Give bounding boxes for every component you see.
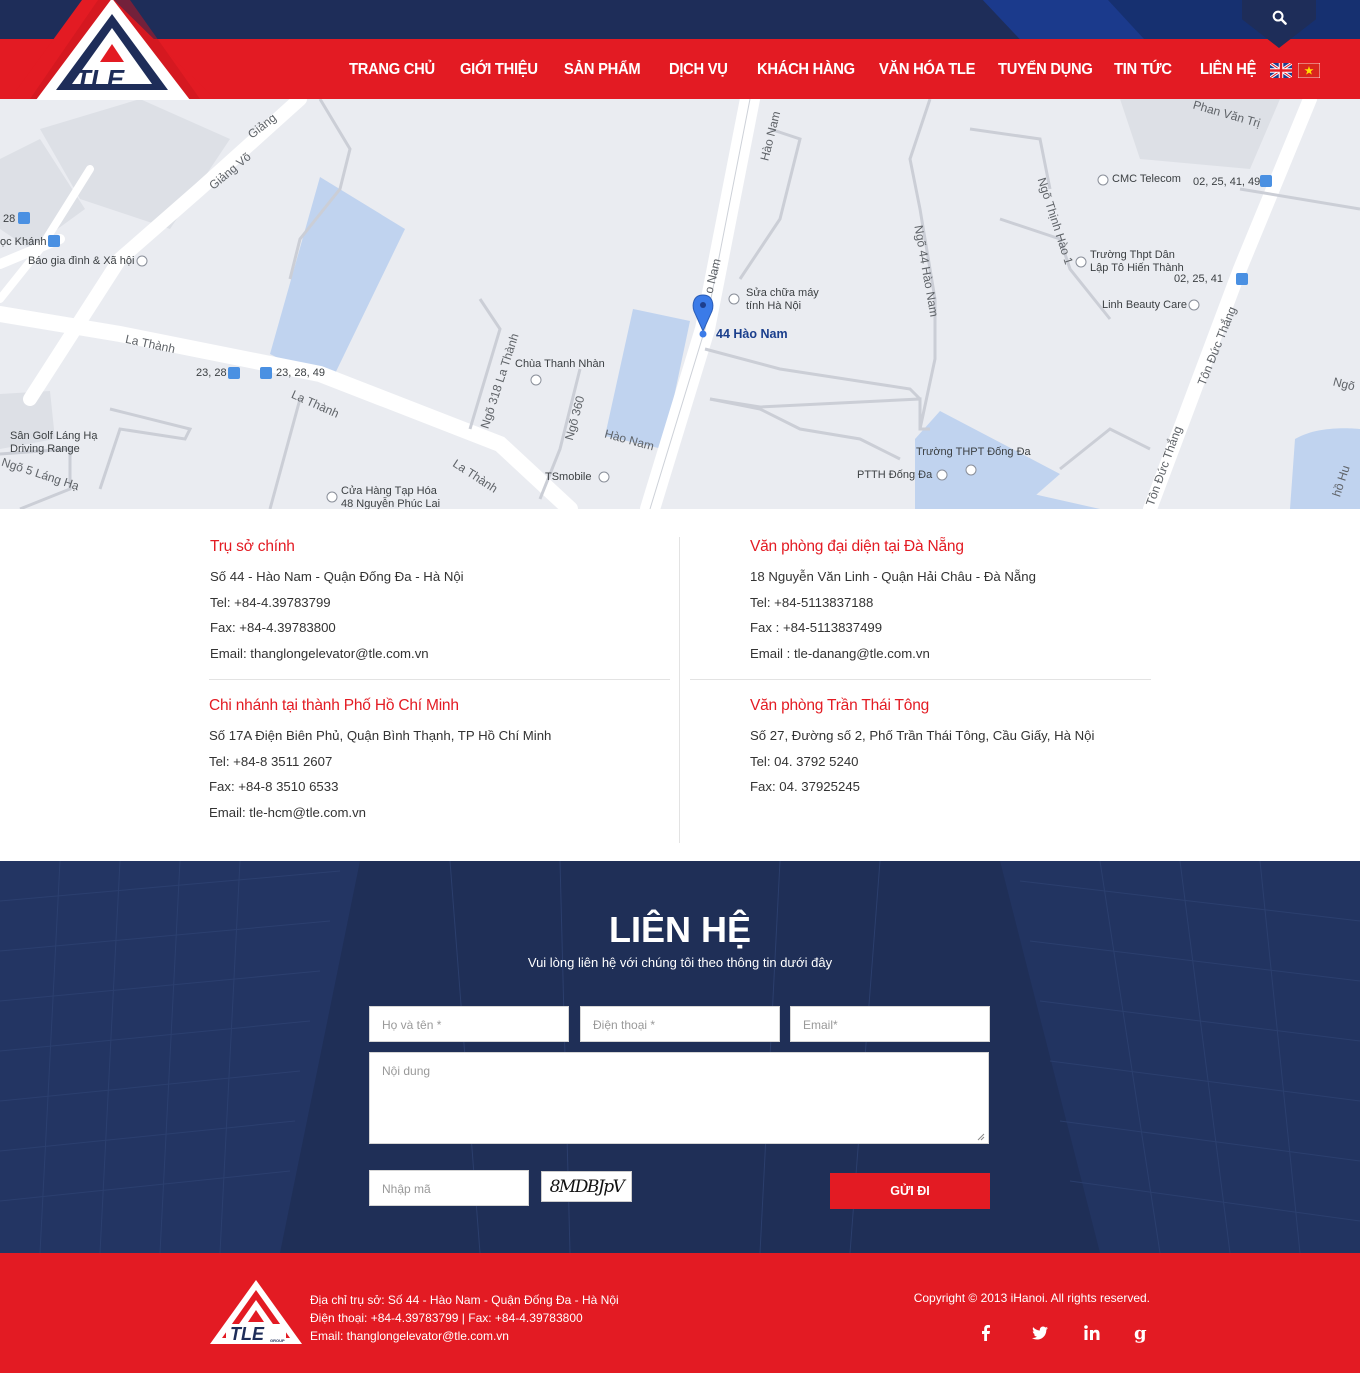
contact-section: LIÊN HỆ Vui lòng liên hệ với chúng tôi t… [0, 861, 1360, 1253]
nav-gioi-thieu[interactable]: GIỚI THIỆU [460, 61, 538, 79]
phone-field[interactable]: Điện thoại * [580, 1006, 780, 1042]
nav-trang-chu[interactable]: TRANG CHỦ [349, 61, 435, 79]
map-label: 02, 25, 41, 49 [1193, 176, 1261, 188]
tle-logo[interactable]: TLE GROUP [10, 0, 215, 100]
divider [679, 537, 680, 843]
map-label: PTTH Đống Đa [857, 469, 933, 481]
name-field[interactable]: Họ và tên * [369, 1006, 569, 1042]
email-field[interactable]: Email* [790, 1006, 990, 1042]
nav-san-pham[interactable]: SẢN PHẨM [564, 61, 641, 79]
office-fax: Fax: 04. 37925245 [750, 779, 860, 795]
message-textarea[interactable]: Nội dung [369, 1052, 989, 1144]
nav-van-hoa-tle[interactable]: VĂN HÓA TLE [879, 61, 975, 79]
map-label: 28 [3, 213, 16, 225]
map-label: ọc Khánh [0, 236, 47, 248]
office-danang: Văn phòng đại diện tại Đà Nẵng 18 Nguyễn… [750, 538, 1036, 667]
map-label: 02, 25, 41 [1174, 273, 1223, 285]
send-button[interactable]: GỬI ĐI [830, 1173, 990, 1209]
logo-text: TLE [75, 64, 125, 94]
office-title: Văn phòng đại diện tại Đà Nẵng [750, 538, 964, 555]
office-fax: Fax: +84-8 3510 6533 [209, 779, 339, 795]
nav-khach-hang[interactable]: KHÁCH HÀNG [757, 61, 855, 79]
office-fax: Fax: +84-4.39783800 [210, 620, 336, 636]
copyright: Copyright © 2013 iHanoi. All rights rese… [913, 1291, 1150, 1305]
map-label: Trường Thpt Dân [1090, 249, 1175, 261]
linkedin-icon[interactable] [1082, 1323, 1102, 1343]
map-label: Driving Range [10, 443, 80, 455]
footer-info: Địa chỉ trụ sở: Số 44 - Hào Nam - Quận Đ… [310, 1291, 619, 1345]
twitter-icon[interactable] [1030, 1323, 1050, 1343]
map-label: Linh Beauty Care [1102, 299, 1187, 311]
office-address: Số 27, Đường số 2, Phố Trần Thái Tông, C… [750, 728, 1095, 743]
contact-subtitle: Vui lòng liên hệ với chúng tôi theo thôn… [527, 955, 833, 970]
office-address: 18 Nguyễn Văn Linh - Quận Hải Châu - Đà … [750, 569, 1036, 584]
footer: TLE GROUP Địa chỉ trụ sở: Số 44 - Hào Na… [0, 1253, 1360, 1373]
office-title: Văn phòng Trần Thái Tông [750, 697, 930, 714]
map-label: CMC Telecom [1112, 173, 1181, 185]
footer-logo-text: TLE [230, 1324, 265, 1344]
map-label: Trường THPT Đống Đa [916, 446, 1031, 458]
office-tel: Tel: 04. 3792 5240 [750, 753, 859, 769]
nav-dich-vu[interactable]: DỊCH VỤ [669, 61, 728, 79]
captcha-input[interactable]: Nhập mã [369, 1170, 529, 1206]
office-title: Chi nhánh tại thành Phố Hồ Chí Minh [209, 697, 459, 714]
captcha-image: 8MDBJpV [541, 1171, 632, 1202]
svg-text:g: g [1134, 1323, 1147, 1343]
office-email: Email : tle-danang@tle.com.vn [750, 646, 930, 662]
divider [690, 679, 1151, 680]
map-label: Báo gia đình & Xã hội [28, 255, 135, 267]
nav-tuyen-dung[interactable]: TUYỂN DỤNG [998, 61, 1093, 79]
footer-email: Email: thanglongelevator@tle.com.vn [310, 1329, 509, 1343]
office-tel: Tel: +84-5113837188 [750, 594, 874, 610]
office-email: Email: thanglongelevator@tle.com.vn [210, 646, 429, 662]
office-title: Trụ sở chính [210, 538, 295, 555]
footer-logo-sub: GROUP [270, 1338, 285, 1343]
office-tel: Tel: +84-4.39783799 [210, 594, 331, 610]
resize-handle-icon[interactable] [976, 1132, 985, 1141]
map-label: Chùa Thanh Nhàn [515, 358, 605, 370]
vietnam-flag-icon[interactable] [1298, 63, 1320, 78]
map-label: 23, 28, 49 [276, 367, 325, 379]
map-label: Cửa Hàng Tạp Hóa [341, 485, 437, 497]
nav-lien-he[interactable]: LIÊN HỆ [1200, 61, 1256, 79]
offices-section: Trụ sở chính Số 44 - Hào Nam - Quận Đống… [0, 509, 1360, 861]
office-address: Số 44 - Hào Nam - Quận Đống Đa - Hà Nội [210, 569, 464, 584]
office-address: Số 17A Điện Biên Phủ, Quận Bình Thạnh, T… [209, 728, 552, 743]
footer-address: Địa chỉ trụ sở: Số 44 - Hào Nam - Quận Đ… [310, 1293, 619, 1307]
map-pin-label: 44 Hào Nam [716, 327, 788, 341]
facebook-icon[interactable] [976, 1323, 996, 1343]
contact-title: LIÊN HỆ [608, 909, 751, 950]
office-fax: Fax : +84-5113837499 [750, 620, 883, 636]
divider [209, 679, 670, 680]
google-plus-icon[interactable]: g [1130, 1323, 1150, 1343]
map-label: Sửa chữa máy [746, 287, 819, 299]
location-map[interactable]: 44 Hào Nam Giảng Giảng Võ Báo gia đình &… [0, 99, 1360, 509]
office-tel: Tel: +84-8 3511 2607 [209, 753, 333, 769]
map-label: Sân Golf Láng Hạ [10, 430, 98, 442]
map-label: tính Hà Nội [746, 300, 802, 312]
office-tran-thai-tong: Văn phòng Trần Thái Tông Số 27, Đường số… [750, 697, 1094, 800]
office-email: Email: tle-hcm@tle.com.vn [209, 805, 367, 821]
english-flag-icon[interactable] [1270, 63, 1292, 78]
footer-logo[interactable]: TLE GROUP [208, 1278, 304, 1348]
footer-phone: Điện thoại: +84-4.39783799 | Fax: +84-4.… [310, 1311, 583, 1325]
logo-sub: GROUP [143, 86, 162, 92]
office-head: Trụ sở chính Số 44 - Hào Nam - Quận Đống… [210, 538, 464, 667]
office-hcm: Chi nhánh tại thành Phố Hồ Chí Minh Số 1… [209, 697, 551, 826]
search-icon [1272, 10, 1287, 25]
map-label: 48 Nguyễn Phúc Lai [341, 498, 441, 509]
map-label: 23, 28 [196, 367, 227, 379]
map-label: Lập Tô Hiến Thành [1090, 262, 1184, 274]
map-label: TSmobile [545, 471, 592, 483]
nav-tin-tuc[interactable]: TIN TỨC [1114, 61, 1172, 79]
